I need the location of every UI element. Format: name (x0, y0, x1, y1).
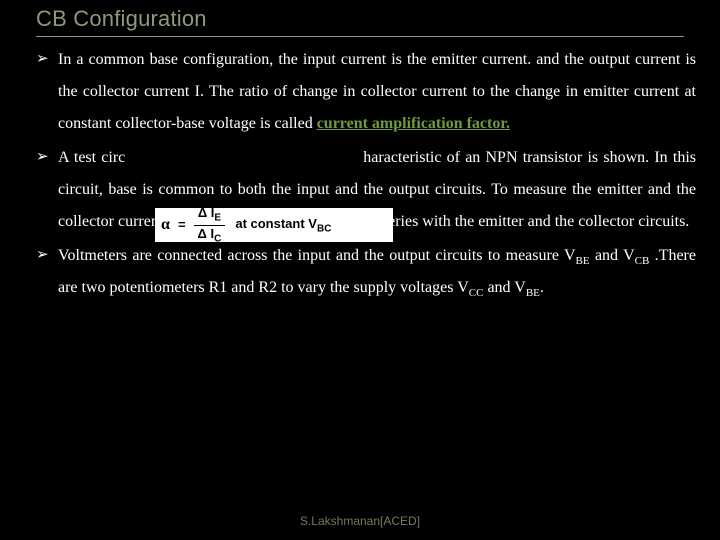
formula-fraction: Δ IE Δ IC (194, 206, 226, 244)
slide: CB Configuration In a common base config… (0, 0, 720, 540)
b3-sub3: CC (469, 287, 484, 299)
formula-eq: = (178, 212, 186, 238)
formula-den-pre: Δ I (198, 226, 215, 241)
b3-a: Voltmeters are connected across the inpu… (58, 247, 576, 264)
bullet-1-highlight: current amplification factor. (317, 115, 510, 132)
slide-title: CB Configuration (36, 6, 684, 37)
bullet-2-pre: A test circ (58, 149, 125, 166)
title-wrap: CB Configuration (36, 6, 684, 37)
b3-b: and V (590, 247, 635, 264)
b3-sub1: BE (576, 255, 590, 267)
formula-den-sub: C (214, 233, 221, 244)
slide-body: In a common base configuration, the inpu… (36, 44, 696, 500)
formula-num: Δ IE (194, 206, 225, 226)
footer-text: S.Lakshmanan[ACED] (0, 514, 720, 528)
bullet-1: In a common base configuration, the inpu… (36, 44, 696, 140)
bullet-3: Voltmeters are connected across the inpu… (36, 240, 696, 304)
formula-den: Δ IC (194, 226, 226, 245)
formula-rest-pre: at constant V (235, 216, 317, 231)
formula-num-sub: E (214, 213, 221, 224)
bullet-list: In a common base configuration, the inpu… (36, 44, 696, 304)
formula-rest-sub: BC (317, 223, 331, 234)
formula-image: α = Δ IE Δ IC at constant VBC (155, 208, 393, 242)
formula-alpha: α (161, 209, 170, 241)
formula-num-pre: Δ I (198, 205, 215, 220)
b3-sub4: BE (526, 287, 540, 299)
formula-rest: at constant VBC (235, 211, 331, 240)
b3-sub2: CB (635, 255, 650, 267)
b3-e: . (540, 279, 544, 296)
b3-d: and V (483, 279, 525, 296)
